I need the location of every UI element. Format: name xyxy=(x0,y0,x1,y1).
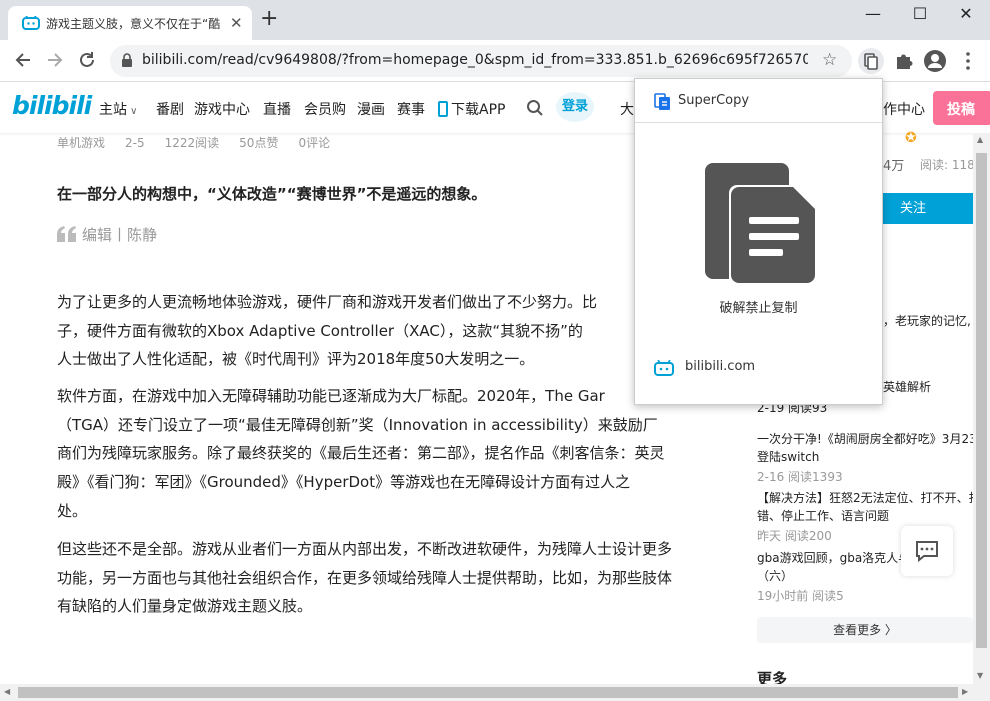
bilibili-favicon-icon xyxy=(22,16,40,30)
bookmark-star-icon[interactable]: ☆ xyxy=(822,50,837,70)
download-app-link[interactable]: 下载APP xyxy=(438,99,505,119)
quote-icon xyxy=(57,226,76,242)
see-more-button[interactable]: 查看更多 〉 xyxy=(757,617,973,643)
nav-item-live[interactable]: 直播 xyxy=(263,99,291,119)
list-item-title: 一次分干净!《胡闹厨房全都好吃》3月23 xyxy=(757,432,977,446)
new-tab-button[interactable]: + xyxy=(260,6,278,31)
publish-button[interactable]: 投稿 xyxy=(933,91,990,125)
paragraph: 但这些还不是全部。游戏从业者们一方面从内部出发，不断改进软硬件，为残障人士设计更… xyxy=(57,535,717,621)
nav-item-esports[interactable]: 赛事 xyxy=(397,99,425,119)
author-reads: 阅读: 118 xyxy=(920,158,975,172)
browser-toolbar: bilibili.com/read/cv9649808/?from=homepa… xyxy=(0,40,990,82)
list-item-title: 【解决方法】狂怒2无法定位、打不开、打 xyxy=(757,491,981,505)
meta-comments: 0评论 xyxy=(298,136,331,150)
meta-date: 2-5 xyxy=(125,136,145,150)
nav-item-manga[interactable]: 漫画 xyxy=(357,99,385,119)
scroll-up-icon[interactable]: ▲ xyxy=(977,135,983,144)
phone-icon xyxy=(438,101,448,117)
reload-icon[interactable] xyxy=(76,49,98,71)
paragraph: 软件方面，在游戏中加入无障碍辅助功能已逐渐成为大厂标配。2020年，The Ga… xyxy=(57,382,717,526)
popup-header: SuperCopy xyxy=(635,79,882,123)
nav-item-anime[interactable]: 番剧 xyxy=(156,99,184,119)
menu-kebab-icon[interactable] xyxy=(955,48,981,74)
paragraph-line: 子，硬件方面有微软的Xbox Adaptive Controller（XAC），… xyxy=(57,321,583,340)
list-item-meta: 2-16 阅读1393 xyxy=(757,470,843,484)
list-item[interactable]: 一次分干净!《胡闹厨房全都好吃》3月23 登陆switch 2-16 阅读139… xyxy=(757,430,983,486)
nav-item-creator-center[interactable]: 作中心 xyxy=(883,99,925,119)
scrollbar-thumb[interactable] xyxy=(976,153,987,648)
address-bar[interactable]: bilibili.com/read/cv9649808/?from=homepa… xyxy=(110,45,852,77)
medal-icon: ✪ xyxy=(905,130,917,146)
nav-partial-left[interactable]: 大 xyxy=(620,99,634,119)
paragraph-line: 人士做出了人性化适配，被《时代周刊》评为2018年度50大发明之一。 xyxy=(57,350,535,369)
browser-tab[interactable]: 游戏主题义肢，意义不仅在于“酷 ✕ xyxy=(8,6,252,40)
paragraph-line: 有缺陷的人们量身定做游戏主题义肢。 xyxy=(57,597,313,616)
paragraph-line: 功能，另一方面也与其他社会组织合作，在更多领域给残障人士提供帮助，比如，为那些肢… xyxy=(57,568,673,587)
supercopy-logo-icon xyxy=(654,93,670,110)
nav-item-game-center[interactable]: 游戏中心 xyxy=(194,99,250,119)
nav-item-main[interactable]: 主站 ∨ xyxy=(99,99,138,119)
sidebar-snippet: ，老玩家的记忆, xyxy=(883,314,971,328)
paragraph-line: 软件方面，在游戏中加入无障碍辅助功能已逐渐成为大厂标配。2020年，The Ga… xyxy=(57,387,605,405)
scroll-left-icon[interactable]: ◀ xyxy=(4,687,10,696)
scroll-down-icon[interactable]: ▼ xyxy=(977,671,983,680)
chat-bubble-icon xyxy=(916,541,938,563)
paragraph-line: （TGA）还专门设立了一项“最佳无障碍创新”奖（Innovation in ac… xyxy=(57,415,658,434)
nav-label: 主站 xyxy=(99,102,127,118)
close-window-button[interactable]: ✕ xyxy=(951,4,981,28)
horizontal-scrollbar[interactable]: ◀ ▶ xyxy=(0,684,990,701)
list-item-title: 登陆switch xyxy=(757,450,820,464)
scroll-right-icon[interactable]: ▶ xyxy=(962,687,968,696)
tab-close-icon[interactable]: ✕ xyxy=(230,14,243,32)
maximize-button[interactable]: ☐ xyxy=(905,4,935,28)
back-arrow-icon[interactable] xyxy=(12,49,34,71)
extensions-puzzle-icon[interactable] xyxy=(891,48,917,74)
bilibili-site-icon xyxy=(654,360,674,376)
download-app-label: 下载APP xyxy=(451,102,506,118)
vertical-scrollbar[interactable]: ▲ ▼ xyxy=(973,133,990,685)
tab-strip: 游戏主题义肢，意义不仅在于“酷 ✕ + — ☐ ✕ xyxy=(0,0,990,40)
paragraph: 为了让更多的人更流畅地体验游戏，硬件厂商和游戏开发者们做出了不少努力。比 子，硬… xyxy=(57,288,717,374)
supercopy-extension-icon[interactable] xyxy=(858,48,884,74)
article-lead: 在一部分人的构想中，“义体改造”“赛博世界”不是遥远的想象。 xyxy=(57,185,487,203)
feedback-float-button[interactable] xyxy=(901,526,953,576)
article-author: 编辑丨陈静 xyxy=(82,226,158,244)
chevron-down-icon: ∨ xyxy=(127,106,138,117)
paragraph-line: 商们为残障玩家服务。除了最终获奖的《最后生还者：第二部》，提名作品《刺客信条：英… xyxy=(57,444,665,463)
lock-icon xyxy=(122,53,132,67)
paragraph-line: 为了让更多的人更流畅地体验游戏，硬件厂商和游戏开发者们做出了不少努力。比 xyxy=(57,293,598,311)
bilibili-logo[interactable]: bilibili xyxy=(12,91,92,120)
list-item-meta: 19小时前 阅读5 xyxy=(757,589,844,603)
url-text: bilibili.com/read/cv9649808/?from=homepa… xyxy=(142,52,808,68)
paragraph-line: 但这些还不是全部。游戏从业者们一方面从内部出发，不断改进软硬件，为残障人士设计更… xyxy=(57,540,673,558)
tab-title: 游戏主题义肢，意义不仅在于“酷 xyxy=(46,17,221,31)
bypass-copy-label[interactable]: 破解禁止复制 xyxy=(635,297,882,316)
list-item[interactable]: 英雄解析 xyxy=(883,378,979,396)
forward-arrow-icon[interactable] xyxy=(44,49,66,71)
meta-reads: 1222阅读 xyxy=(164,136,220,150)
meta-likes: 50点赞 xyxy=(239,136,279,150)
search-icon[interactable] xyxy=(526,99,544,117)
article-meta: 单机游戏 2-5 1222阅读 50点赞 0评论 xyxy=(57,134,350,151)
paragraph-line: 处。 xyxy=(57,501,88,520)
list-item-title: 英雄解析 xyxy=(883,380,932,394)
author-fans: 4万 xyxy=(883,159,905,174)
minimize-button[interactable]: — xyxy=(858,4,888,28)
supercopy-popup: SuperCopy 破解禁止复制 bilibili.com xyxy=(634,78,883,405)
profile-avatar-icon[interactable] xyxy=(922,48,948,74)
meta-category[interactable]: 单机游戏 xyxy=(57,136,105,150)
paragraph-line: 殿》《看门狗：军团》《Grounded》《HyperDot》等游戏也在无障碍设计… xyxy=(57,473,631,492)
copy-toggle-icon[interactable] xyxy=(705,163,815,283)
login-button[interactable]: 登录 xyxy=(556,92,594,122)
current-site-label: bilibili.com xyxy=(685,359,756,374)
list-item-title: 错、停止工作、语言问题 xyxy=(757,509,890,523)
hscrollbar-thumb[interactable] xyxy=(18,687,958,698)
nav-item-shop[interactable]: 会员购 xyxy=(304,99,346,119)
popup-title: SuperCopy xyxy=(678,93,750,108)
